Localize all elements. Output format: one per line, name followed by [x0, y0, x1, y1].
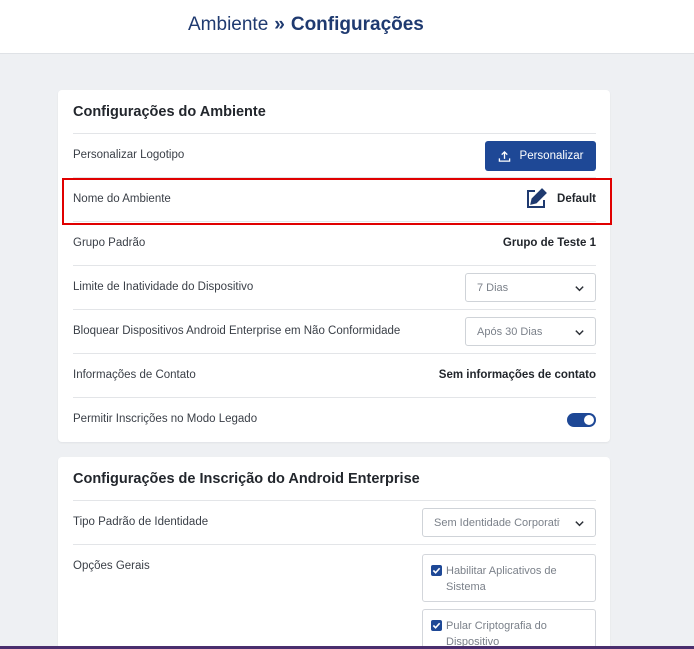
breadcrumb: Ambiente » Configurações: [188, 14, 424, 36]
top-header: Ambiente » Configurações: [0, 0, 694, 54]
row-general-options: Opções Gerais Habilitar Aplicativos de S…: [73, 544, 596, 649]
checkbox-checked[interactable]: [431, 565, 442, 576]
identity-type-selected: Sem Identidade Corporativa: [434, 517, 560, 529]
checkbox-checked[interactable]: [431, 620, 442, 631]
block-noncompliant-select[interactable]: Após 30 Dias: [465, 317, 596, 346]
inactivity-limit-select[interactable]: 7 Dias: [465, 273, 596, 302]
block-noncompliant-selected: Após 30 Dias: [477, 326, 543, 338]
legacy-enrollment-toggle[interactable]: [567, 413, 596, 427]
legacy-enrollment-label: Permitir Inscrições no Modo Legado: [73, 413, 258, 425]
environment-settings-card: Configurações do Ambiente Personalizar L…: [58, 90, 610, 442]
block-noncompliant-label: Bloquear Dispositivos Android Enterprise…: [73, 325, 401, 337]
chevron-down-icon: [575, 286, 584, 292]
customize-logo-label: Personalizar Logotipo: [73, 149, 185, 161]
android-enrollment-title: Configurações de Inscrição do Android En…: [73, 471, 420, 487]
breadcrumb-parent[interactable]: Ambiente: [188, 14, 268, 35]
page-title: Configurações: [290, 14, 424, 35]
breadcrumb-separator: »: [274, 14, 285, 35]
row-default-group: Grupo Padrão Grupo de Teste 1: [73, 221, 596, 265]
row-inactivity-limit: Limite de Inatividade do Dispositivo 7 D…: [73, 265, 596, 309]
upload-icon: [498, 150, 510, 162]
contact-info-value: Sem informações de contato: [438, 369, 596, 381]
identity-type-label: Tipo Padrão de Identidade: [73, 516, 209, 528]
android-enrollment-card: Configurações de Inscrição do Android En…: [58, 457, 610, 649]
check-icon: [432, 622, 441, 629]
inactivity-limit-selected: 7 Dias: [477, 282, 509, 294]
environment-name-label: Nome do Ambiente: [73, 193, 171, 205]
row-customize-logo: Personalizar Logotipo Personalizar: [73, 133, 596, 177]
toggle-knob: [584, 415, 594, 425]
identity-type-select[interactable]: Sem Identidade Corporativa: [422, 508, 596, 537]
row-identity-type: Tipo Padrão de Identidade Sem Identidade…: [73, 500, 596, 544]
option-skip-encryption[interactable]: Pular Criptografia do Dispositivo: [422, 609, 596, 649]
row-legacy-enrollment: Permitir Inscrições no Modo Legado: [73, 397, 596, 441]
customize-button[interactable]: Personalizar: [485, 141, 596, 171]
edit-icon[interactable]: [524, 187, 548, 211]
row-contact-info: Informações de Contato Sem informações d…: [73, 353, 596, 397]
general-options-label: Opções Gerais: [73, 560, 150, 572]
default-group-value: Grupo de Teste 1: [502, 237, 596, 249]
contact-info-label: Informações de Contato: [73, 369, 196, 381]
row-block-noncompliant: Bloquear Dispositivos Android Enterprise…: [73, 309, 596, 353]
chevron-down-icon: [575, 330, 584, 336]
option-label: Pular Criptografia do Dispositivo: [446, 620, 547, 648]
environment-settings-title: Configurações do Ambiente: [73, 104, 266, 120]
customize-button-label: Personalizar: [519, 150, 584, 162]
inactivity-limit-label: Limite de Inatividade do Dispositivo: [73, 281, 254, 293]
option-enable-system-apps[interactable]: Habilitar Aplicativos de Sistema: [422, 554, 596, 602]
option-label: Habilitar Aplicativos de Sistema: [446, 565, 557, 593]
check-icon: [432, 567, 441, 574]
environment-name-value: Default: [557, 193, 596, 205]
row-environment-name: Nome do Ambiente Default: [73, 177, 596, 221]
chevron-down-icon: [575, 521, 584, 527]
default-group-label: Grupo Padrão: [73, 237, 146, 249]
